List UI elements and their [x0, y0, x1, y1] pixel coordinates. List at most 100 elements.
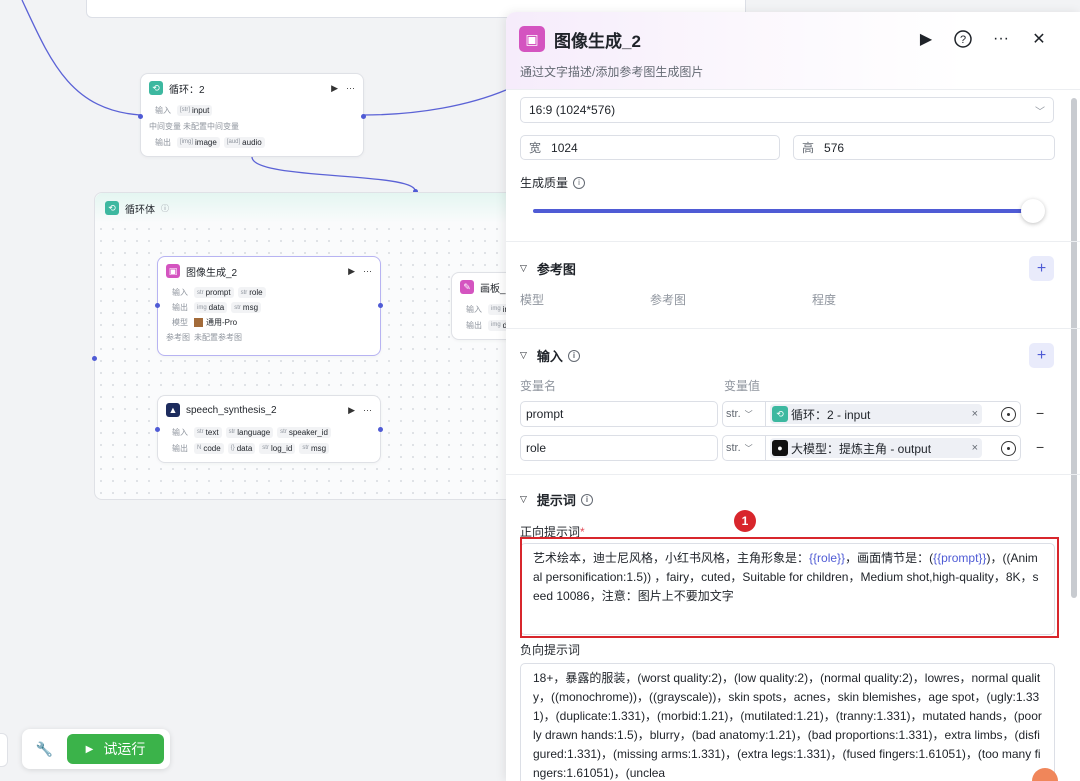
svg-text:?: ? [960, 34, 966, 46]
input-label: 输入 [172, 288, 188, 297]
var-value-ref[interactable]: ● 大模型：提炼主角 - output × [766, 435, 1021, 461]
ref-chip: ● 大模型：提炼主角 - output × [770, 438, 982, 458]
ref-value: 未配置参考图 [194, 333, 242, 342]
ref-label: 参考图 [166, 333, 190, 342]
info-icon: i [580, 493, 593, 506]
board-icon: ✎ [460, 280, 474, 294]
quality-slider-track[interactable] [533, 209, 1033, 213]
var-name-input[interactable]: prompt [520, 401, 718, 427]
loop-node[interactable]: ⟲ 循环：2 ▶ ··· 输入 [str] input 中间变量 未配置中间变量 输出… [138, 73, 366, 157]
loop-icon: ⟲ [105, 201, 119, 215]
ref-section-header[interactable]: ▽ 参考图 [520, 259, 576, 278]
divider [506, 474, 1080, 475]
input-label: 输入 [172, 427, 188, 437]
target-icon[interactable] [1001, 406, 1016, 422]
help-icon[interactable]: ? [951, 27, 975, 51]
input-label: 输入 [155, 105, 171, 115]
width-value: 1024 [551, 140, 578, 155]
image-node-title: 图像生成_2 [186, 267, 238, 279]
prompt-section-header[interactable]: ▽ 提示词 i [520, 490, 593, 509]
quality-slider-thumb[interactable] [1021, 199, 1045, 223]
var-value-ref[interactable]: ⟲ 循环：2 - input × [766, 401, 1021, 427]
output-label: 输出 [155, 137, 171, 147]
var-type-select[interactable]: str. ﹀ [722, 435, 766, 461]
var-chip: str speaker_id [277, 426, 331, 438]
loop-icon: ⟲ [149, 81, 163, 95]
more-icon[interactable]: ··· [363, 266, 372, 276]
output-port[interactable] [378, 427, 383, 432]
chevron-down-icon: ﹀ [744, 443, 753, 453]
close-icon[interactable]: ✕ [1027, 27, 1051, 51]
var-chip: str prompt [194, 287, 234, 298]
var-chip: [img] image [177, 136, 220, 148]
panel-scrollbar[interactable] [1071, 98, 1077, 598]
run-node-icon[interactable]: ▶ [914, 27, 938, 51]
ref-col-degree: 程度 [812, 293, 837, 307]
model-label: 模型 [172, 318, 188, 327]
image-gen-node[interactable]: ▣ 图像生成_2 ▶ ··· 输入 str prompt str role 输出 img d… [155, 256, 383, 356]
height-value: 576 [824, 140, 845, 155]
group-title: 循环体 [125, 204, 155, 216]
divider [506, 241, 1080, 242]
group-start-port[interactable] [92, 356, 97, 361]
var-type-select[interactable]: str. ﹀ [722, 401, 766, 427]
var-chip: str text [194, 426, 222, 438]
test-run-label: 试运行 [103, 741, 146, 757]
height-field[interactable]: 高 576 [793, 135, 1055, 160]
output-label: 输出 [172, 303, 188, 312]
clear-icon[interactable]: × [972, 442, 978, 454]
edge-loop-to-panel [362, 89, 507, 116]
remove-row-icon[interactable]: − [1036, 439, 1044, 455]
var-name-input[interactable]: role [520, 435, 718, 461]
var-chip: [str] input [177, 104, 213, 116]
var-chip: img data [194, 302, 228, 313]
width-field[interactable]: 宽 1024 [520, 135, 780, 160]
play-icon[interactable]: ▶ [348, 405, 355, 416]
clear-icon[interactable]: × [972, 408, 978, 420]
model-icon [194, 318, 203, 327]
wrench-icon[interactable]: 🔧 [28, 734, 61, 764]
var-chip: {} data [227, 442, 256, 454]
col-var-value: 变量值 [724, 379, 761, 393]
input-section-header[interactable]: ▽ 输入 i [520, 346, 580, 365]
panel-description: 通过文字描述/添加参考图生成图片 [520, 65, 704, 79]
input-port[interactable] [155, 427, 160, 432]
highlight-box [520, 537, 1059, 638]
height-label: 高 [802, 141, 815, 155]
panel-title[interactable]: 图像生成_2 [554, 27, 641, 52]
info-icon: ⓘ [161, 203, 169, 213]
ref-col-model: 模型 [520, 293, 545, 307]
chevron-down-icon: ﹀ [1035, 106, 1045, 118]
left-toolbar-edge[interactable] [0, 733, 8, 767]
add-ref-button[interactable]: + [1029, 256, 1054, 281]
quality-label: 生成质量 i [520, 174, 586, 191]
more-icon[interactable]: ··· [346, 83, 355, 93]
var-chip: [aud] audio [223, 136, 265, 148]
speech-synthesis-node[interactable]: ▲ speech_synthesis_2 ▶ ··· 输入 str text str l… [155, 395, 383, 463]
more-icon[interactable]: ··· [363, 405, 372, 415]
add-input-button[interactable]: + [1029, 343, 1054, 368]
chevron-down-icon: ▽ [520, 494, 527, 504]
ref-col-image: 参考图 [650, 293, 687, 307]
var-chip: str log_id [259, 442, 296, 454]
info-icon: i [573, 176, 586, 189]
input-port[interactable] [138, 114, 143, 119]
play-icon[interactable]: ▶ [348, 266, 355, 277]
loop-node-title: 循环：2 [169, 84, 205, 96]
output-port[interactable] [378, 303, 383, 308]
negative-prompt-input[interactable]: 18+，暴露的服装，(worst quality:2)，(low quality… [520, 663, 1055, 781]
model-value: 通用-Pro [206, 318, 238, 327]
target-icon[interactable] [1001, 440, 1016, 456]
remove-row-icon[interactable]: − [1036, 405, 1044, 421]
mid-var-value: 未配置中间变量 [183, 121, 239, 131]
col-var-name: 变量名 [520, 379, 557, 393]
play-icon[interactable]: ▶ [331, 83, 338, 94]
ref-chip: ⟲ 循环：2 - input × [770, 404, 982, 424]
test-run-button[interactable]: ▶ 试运行 [66, 734, 164, 764]
node-config-panel: ▣ 图像生成_2 通过文字描述/添加参考图生成图片 ▶ ? ··· ✕ 16:9… [506, 12, 1080, 781]
output-port[interactable] [361, 114, 366, 119]
more-icon[interactable]: ··· [989, 27, 1013, 51]
input-port[interactable] [155, 303, 160, 308]
ratio-select[interactable]: 16:9 (1024*576) ﹀ [520, 97, 1054, 123]
width-label: 宽 [529, 141, 542, 155]
